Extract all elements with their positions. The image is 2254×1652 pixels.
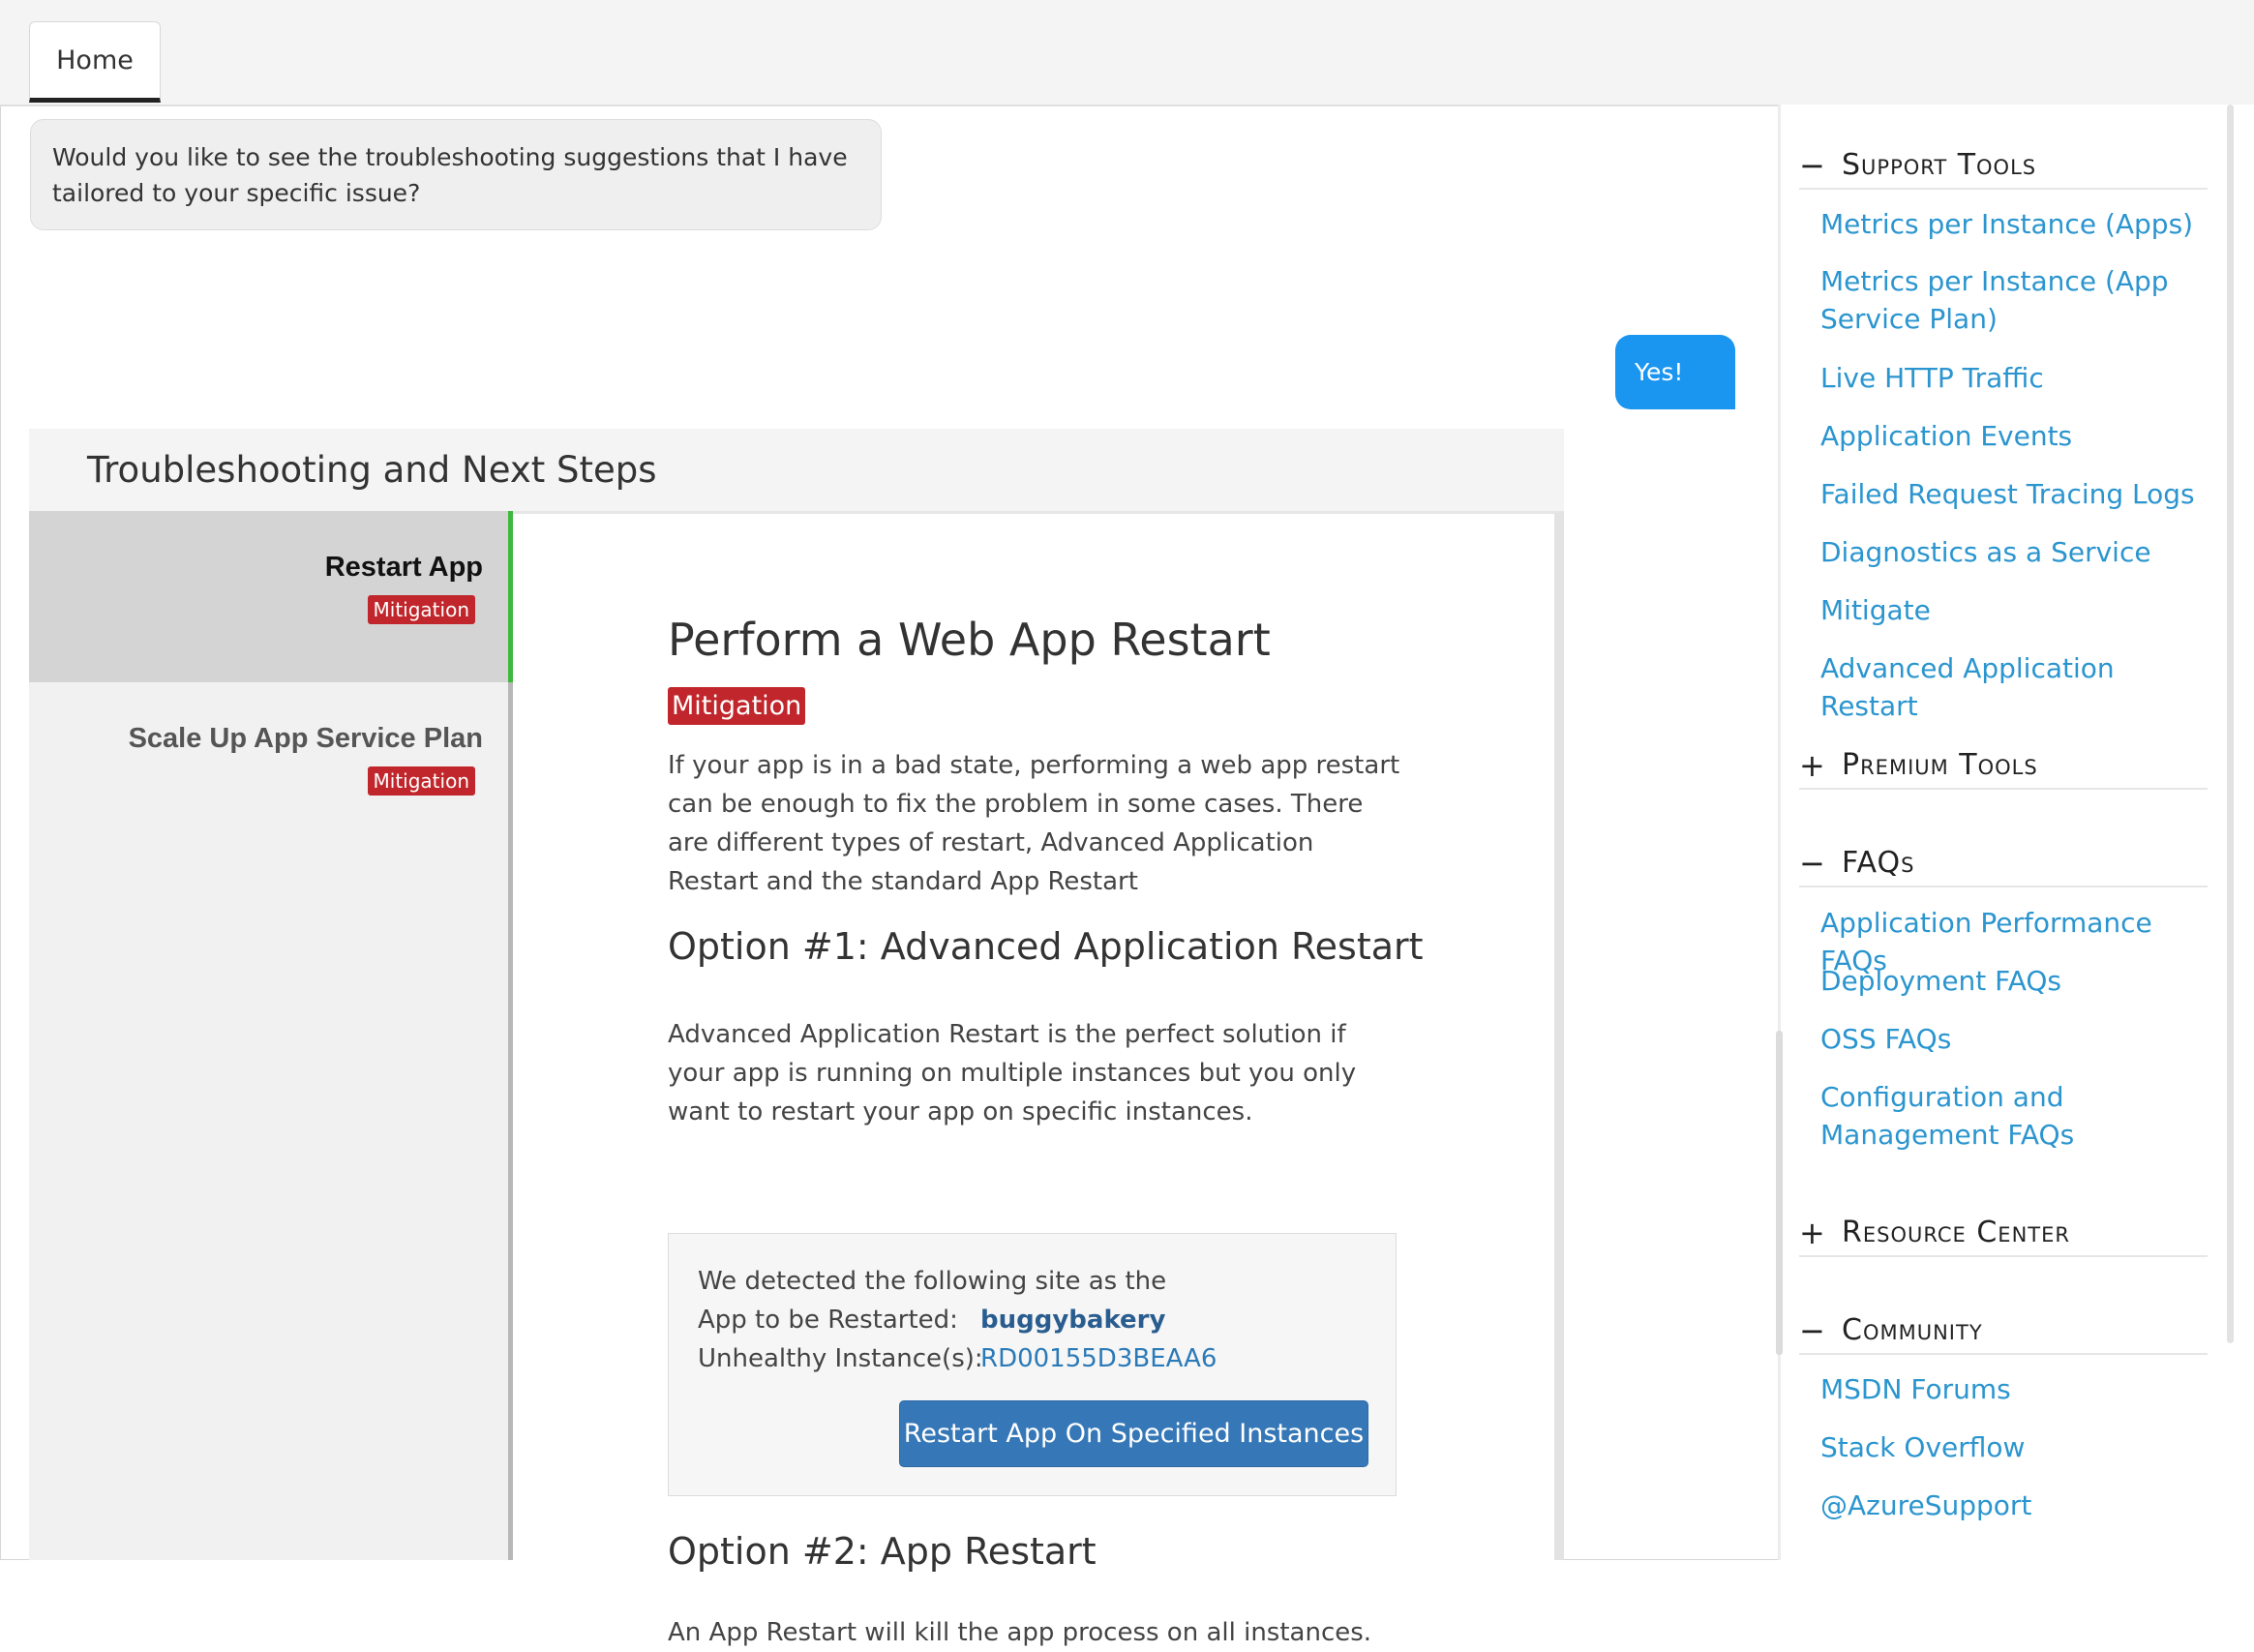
tab-bar: Home xyxy=(0,0,2254,106)
section-support-tools[interactable]: − Support Tools xyxy=(1799,147,2208,190)
app-name-value: buggybakery xyxy=(980,1306,1166,1335)
link-azure-support[interactable]: @AzureSupport xyxy=(1820,1487,2208,1524)
link-live-http-traffic[interactable]: Live HTTP Traffic xyxy=(1820,359,2208,397)
collapse-icon[interactable]: − xyxy=(1799,1312,1826,1349)
link-metrics-apps[interactable]: Metrics per Instance (Apps) xyxy=(1820,205,2208,243)
troubleshooting-header: Troubleshooting and Next Steps xyxy=(29,429,1564,511)
link-stack-overflow[interactable]: Stack Overflow xyxy=(1820,1428,2208,1466)
section-community[interactable]: − Community xyxy=(1799,1312,2208,1355)
option2-title: Option #2: App Restart xyxy=(668,1530,1097,1573)
steps-list: Restart App Mitigation Scale Up App Serv… xyxy=(29,511,508,1560)
collapse-icon[interactable]: − xyxy=(1799,147,1826,184)
sidebar-scrollbar[interactable] xyxy=(2227,105,2234,1343)
section-title: Support Tools xyxy=(1842,148,2037,182)
mitigation-badge: Mitigation xyxy=(367,595,475,624)
expand-icon[interactable]: + xyxy=(1799,1215,1826,1251)
section-faqs[interactable]: − FAQs xyxy=(1799,845,2208,887)
step-detail-panel: Perform a Web App Restart Mitigation If … xyxy=(513,511,1564,1647)
main-scrollbar-thumb[interactable] xyxy=(1776,1031,1783,1355)
instance-value: RD00155D3BEAA6 xyxy=(980,1344,1217,1373)
section-resource-center[interactable]: + Resource Center xyxy=(1799,1215,2208,1257)
section-title: Premium Tools xyxy=(1842,748,2038,782)
troubleshooting-card: Troubleshooting and Next Steps Restart A… xyxy=(29,429,1564,1647)
intro-text: If your app is in a bad state, performin… xyxy=(668,751,1400,896)
tab-home[interactable]: Home xyxy=(29,21,161,103)
collapse-icon[interactable]: − xyxy=(1799,845,1826,882)
link-oss-faqs[interactable]: OSS FAQs xyxy=(1820,1020,2208,1058)
link-metrics-app-service-plan[interactable]: Metrics per Instance (App Service Plan) xyxy=(1820,262,2208,338)
section-title: Community xyxy=(1842,1313,1983,1347)
link-advanced-application-restart[interactable]: Advanced Application Restart xyxy=(1820,649,2208,725)
instance-label: Unhealthy Instance(s): xyxy=(698,1344,983,1373)
expand-icon[interactable]: + xyxy=(1799,747,1826,784)
app-label: App to be Restarted: xyxy=(698,1306,958,1335)
mitigation-badge: Mitigation xyxy=(668,687,806,725)
option2-text: An App Restart will kill the app process… xyxy=(668,1618,1372,1647)
detail-title: Perform a Web App Restart xyxy=(668,614,1271,666)
link-deployment-faqs[interactable]: Deployment FAQs xyxy=(1820,962,2208,1000)
user-reply-bubble: Yes! xyxy=(1615,335,1735,409)
section-premium-tools[interactable]: + Premium Tools xyxy=(1799,747,2208,790)
detected-site-box: We detected the following site as the Ap… xyxy=(668,1233,1397,1496)
bot-message-bubble: Would you like to see the troubleshootin… xyxy=(30,119,882,230)
step-scale-up[interactable]: Scale Up App Service Plan Mitigation xyxy=(29,682,508,854)
link-application-events[interactable]: Application Events xyxy=(1820,417,2208,455)
mitigation-badge: Mitigation xyxy=(367,766,475,796)
link-failed-request-tracing[interactable]: Failed Request Tracing Logs xyxy=(1820,475,2208,513)
step-title: Restart App xyxy=(324,552,483,583)
option1-title: Option #1: Advanced Application Restart xyxy=(668,925,1424,968)
link-configuration-management-faqs[interactable]: Configuration and Management FAQs xyxy=(1820,1078,2208,1154)
step-restart-app[interactable]: Restart App Mitigation xyxy=(29,511,508,682)
option1-text: Advanced Application Restart is the perf… xyxy=(668,1020,1357,1126)
restart-instances-button[interactable]: Restart App On Specified Instances xyxy=(899,1400,1368,1467)
link-msdn-forums[interactable]: MSDN Forums xyxy=(1820,1370,2208,1408)
detect-line: We detected the following site as the xyxy=(698,1267,1167,1296)
link-diagnostics-as-a-service[interactable]: Diagnostics as a Service xyxy=(1820,533,2208,571)
link-mitigate[interactable]: Mitigate xyxy=(1820,591,2208,629)
step-title: Scale Up App Service Plan xyxy=(128,723,483,754)
section-title: FAQs xyxy=(1842,846,1915,880)
section-title: Resource Center xyxy=(1842,1216,2070,1249)
